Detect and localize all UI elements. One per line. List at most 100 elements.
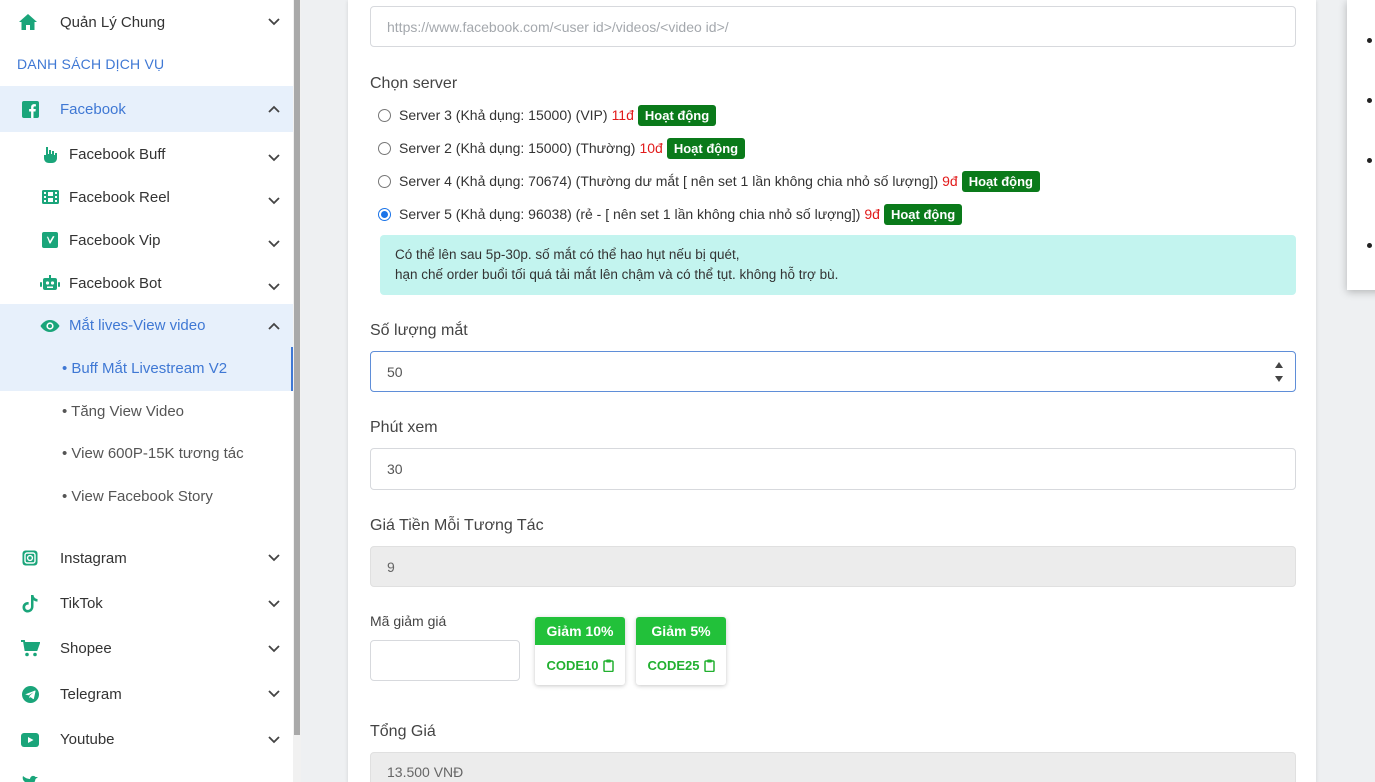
- coupon-title: Giảm 10%: [535, 617, 625, 645]
- chevron-down-icon: [267, 642, 281, 656]
- youtube-icon: [20, 730, 40, 750]
- chevron-down-icon: [267, 551, 281, 565]
- radio-server-5[interactable]: [378, 207, 391, 221]
- instagram-icon: [20, 548, 40, 568]
- quantity-stepper[interactable]: [1274, 362, 1284, 382]
- sidebar-item-label: Instagram: [60, 549, 127, 567]
- robot-icon: [40, 273, 60, 293]
- sidebar-item-youtube[interactable]: Youtube: [0, 717, 293, 762]
- server-option-2[interactable]: Server 2 (Khả dụng: 15000) (Thường) 10đ …: [378, 137, 746, 159]
- sidebar-item-mat-lives[interactable]: Mắt lives-View video: [0, 304, 293, 347]
- server-option-text: Server 2 (Khả dụng: 15000) (Thường): [399, 140, 636, 156]
- sidebar-subitem-label: Buff Mắt Livestream V2: [71, 360, 228, 377]
- sidebar-scrollbar[interactable]: [293, 0, 301, 782]
- chevron-down-icon: [267, 280, 281, 294]
- sidebar-item-shopee[interactable]: Shopee: [0, 626, 293, 671]
- coupon-code[interactable]: CODE10: [535, 645, 625, 685]
- server-option-3[interactable]: Server 3 (Khả dụng: 15000) (VIP) 11đ Hoạ…: [378, 104, 717, 126]
- sidebar: Quản Lý Chung DANH SÁCH DỊCH VỤ Facebook…: [0, 0, 293, 782]
- status-badge: Hoạt động: [883, 203, 963, 225]
- sidebar-subitem-label: View 600P-15K tương tác: [71, 445, 244, 462]
- discount-label: Mã giảm giá: [370, 613, 447, 629]
- unit-price-field: 9: [370, 546, 1296, 587]
- radio-server-4[interactable]: [378, 174, 391, 188]
- coupon-code-text: CODE10: [546, 657, 599, 673]
- server-option-4[interactable]: Server 4 (Khả dụng: 70674) (Thường dư mắ…: [378, 170, 1040, 192]
- sidebar-item-label: Quản Lý Chung: [60, 13, 166, 31]
- server-option-text: Server 5 (Khả dụng: 96038) (rẻ - [ nên s…: [399, 206, 861, 222]
- quantity-input[interactable]: 50: [370, 351, 1296, 392]
- bullet-dot: [1367, 158, 1372, 163]
- eye-icon: [40, 316, 60, 336]
- server-label: Chọn server: [370, 75, 458, 92]
- total-label: Tổng Giá: [370, 723, 436, 740]
- chevron-up-icon: [267, 319, 281, 333]
- facebook-square-icon: [20, 99, 40, 119]
- radio-server-2[interactable]: [378, 141, 391, 155]
- chevron-down-icon: [267, 151, 281, 165]
- sidebar-item-label: Youtube: [60, 731, 115, 748]
- chevron-down-icon: [267, 733, 281, 747]
- sidebar-item-quan-ly-chung[interactable]: Quản Lý Chung: [0, 0, 293, 44]
- section-title: DANH SÁCH DỊCH VỤ: [17, 56, 165, 72]
- sidebar-subitem-tang-view-video[interactable]: • Tăng View Video: [62, 403, 184, 420]
- video-link-input[interactable]: https://www.facebook.com/<user id>/video…: [370, 6, 1296, 47]
- hand-icon: [40, 145, 60, 165]
- sidebar-subitem-label: View Facebook Story: [71, 488, 213, 505]
- sidebar-subitem-view-600p[interactable]: • View 600P-15K tương tác: [62, 445, 244, 462]
- sidebar-item-label: Mắt lives-View video: [69, 317, 206, 334]
- chevron-down-icon: [267, 15, 281, 29]
- side-popup: [1347, 0, 1375, 290]
- sidebar-scrollbar-thumb[interactable]: [294, 0, 300, 735]
- vimeo-square-icon: [40, 230, 60, 250]
- server-price: 11đ: [611, 107, 634, 123]
- sidebar-item-instagram[interactable]: Instagram: [0, 535, 293, 581]
- stepper-up-icon[interactable]: [1275, 362, 1283, 368]
- clipboard-icon[interactable]: [703, 659, 715, 672]
- sidebar-subitem-buff-mat-livestream-v2[interactable]: • Buff Mắt Livestream V2: [62, 360, 227, 377]
- home-icon: [18, 12, 38, 32]
- server-price: 10đ: [639, 140, 663, 156]
- sidebar-item-label: Facebook: [60, 100, 126, 118]
- quantity-value: 50: [387, 363, 403, 380]
- coupon-card-10[interactable]: Giảm 10% CODE10: [535, 617, 625, 685]
- coupon-card-5[interactable]: Giảm 5% CODE25: [636, 617, 726, 685]
- sidebar-subitem-label: Tăng View Video: [71, 403, 185, 420]
- sidebar-item-facebook[interactable]: Facebook: [0, 86, 293, 132]
- server-option-5[interactable]: Server 5 (Khả dụng: 96038) (rẻ - [ nên s…: [378, 203, 963, 225]
- radio-server-3[interactable]: [378, 108, 391, 122]
- sidebar-item-label: Telegram: [60, 685, 122, 703]
- clipboard-icon[interactable]: [602, 659, 614, 672]
- bullet-dot: [1367, 98, 1372, 103]
- coupon-code-text: CODE25: [647, 657, 700, 673]
- sidebar-item-facebook-vip[interactable]: Facebook Vip: [0, 218, 293, 262]
- gutter: [301, 0, 327, 782]
- server-price: 9đ: [864, 206, 880, 222]
- server-note-line: hạn chế order buổi tối quá tải mắt lên c…: [395, 267, 839, 282]
- sidebar-item-facebook-buff[interactable]: Facebook Buff: [0, 133, 293, 176]
- sidebar-item-label: Facebook Bot: [69, 274, 162, 292]
- server-option-text: Server 3 (Khả dụng: 15000) (VIP): [399, 107, 608, 123]
- stepper-down-icon[interactable]: [1275, 376, 1283, 382]
- cart-icon: [20, 639, 40, 659]
- sidebar-item-facebook-bot[interactable]: Facebook Bot: [0, 262, 293, 304]
- sidebar-item-facebook-reel[interactable]: Facebook Reel: [0, 176, 293, 218]
- server-note: Có thể lên sau 5p-30p. số mắt có thể hao…: [380, 235, 1296, 295]
- bullet-dot: [1367, 38, 1372, 43]
- unit-price-label: Giá Tiền Mỗi Tương Tác: [370, 517, 544, 534]
- coupon-code[interactable]: CODE25: [636, 645, 726, 685]
- discount-code-input[interactable]: [370, 640, 520, 681]
- server-option-text: Server 4 (Khả dụng: 70674) (Thường dư mắ…: [399, 173, 939, 189]
- sidebar-item-tiktok[interactable]: TikTok: [0, 581, 293, 626]
- film-icon: [40, 187, 60, 207]
- status-badge: Hoạt động: [666, 137, 746, 159]
- bullet-dot: [1367, 243, 1372, 248]
- sidebar-item-telegram[interactable]: Telegram: [0, 671, 293, 717]
- minutes-label: Phút xem: [370, 419, 438, 436]
- minutes-input[interactable]: 30: [370, 448, 1296, 490]
- telegram-icon: [20, 684, 40, 704]
- server-price: 9đ: [942, 173, 958, 189]
- tiktok-icon: [20, 594, 40, 614]
- sidebar-subitem-view-facebook-story[interactable]: • View Facebook Story: [62, 488, 213, 505]
- chevron-down-icon: [267, 687, 281, 701]
